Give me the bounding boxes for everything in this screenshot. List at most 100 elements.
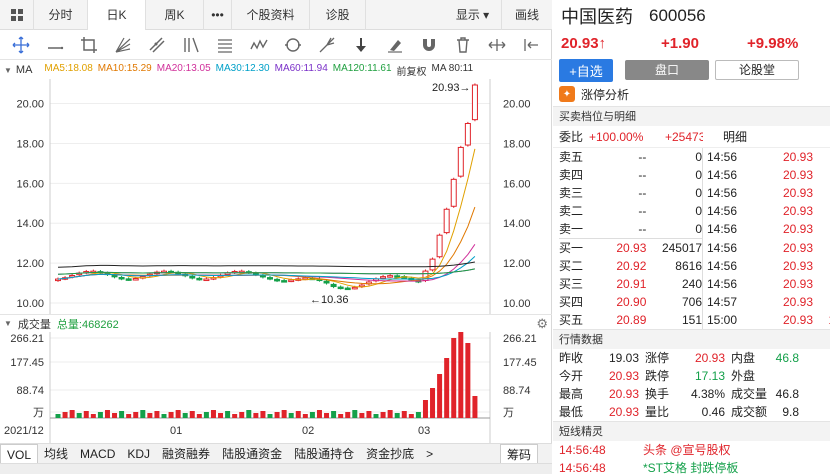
tick-price: 20.93	[782, 295, 813, 309]
volume-label[interactable]: 成交量	[18, 316, 51, 332]
tab-pankou[interactable]: 盘口	[625, 60, 709, 80]
pitchfork-icon[interactable]	[310, 33, 344, 57]
indicator-tab-5[interactable]: 陆股通资金	[216, 444, 288, 464]
action-row: +自选 盘口 论股堂	[553, 58, 830, 82]
tab-diagnose[interactable]: 诊股	[310, 0, 366, 30]
candle-body	[118, 276, 125, 280]
volume-total: 总量:468262	[56, 318, 119, 331]
quote-label: 量比	[645, 405, 670, 419]
tick-time: 14:56	[707, 186, 738, 200]
volume-bar	[345, 412, 351, 418]
candle-body	[196, 277, 203, 281]
quote-value: 4.38%	[690, 387, 725, 401]
line-segment-icon[interactable]	[38, 33, 72, 57]
indicator-tab-9[interactable]: 筹码	[499, 443, 538, 464]
candle-body	[330, 283, 337, 288]
bid-row: 买三 20.91 240	[559, 275, 702, 293]
detail-label: 明细	[723, 130, 748, 144]
indicator-tab-0[interactable]: VOL	[0, 443, 39, 464]
indicator-tab-4[interactable]: 融资融券	[156, 444, 216, 464]
arrow-down-icon[interactable]	[344, 33, 378, 57]
indicator-tab-8[interactable]: >	[420, 444, 439, 464]
tab-forum[interactable]: 论股堂	[715, 60, 799, 80]
trash-icon[interactable]	[446, 33, 480, 57]
stock-name: 中国医药	[561, 7, 633, 27]
candle-body	[111, 274, 118, 278]
bottom-strip	[0, 463, 552, 474]
toolbar-collapse-icon[interactable]	[514, 33, 548, 57]
tick-time: 14:56	[707, 204, 738, 218]
candlestick-chart[interactable]: 20.00 20.00 18.00 18.00 16.00 16.00 14.00 14.00…	[0, 79, 552, 314]
tab-weekly-k[interactable]: 周K	[146, 0, 204, 30]
last-price: 20.93↑	[561, 34, 607, 52]
tick-list: 14:56 20.93 14:56 20.93 14:56 20.93 14:56 20.93…	[703, 148, 830, 329]
magnet-icon[interactable]	[412, 33, 446, 57]
crop-icon[interactable]	[72, 33, 106, 57]
settings-gear-icon[interactable]: ⚙	[536, 316, 548, 332]
ask-label: 卖一	[559, 222, 584, 236]
wave-icon[interactable]	[242, 33, 276, 57]
grid-menu-icon[interactable]	[0, 0, 34, 30]
date-axis-label: 2021/12	[4, 425, 44, 437]
display-dropdown[interactable]: 显示 ▾	[444, 0, 502, 30]
ma-label[interactable]: MA	[16, 64, 33, 76]
candle-body	[323, 280, 330, 284]
eraser-icon[interactable]	[378, 33, 412, 57]
quote-value: 9.8	[782, 405, 799, 419]
ma-collapse-icon[interactable]: ▼	[4, 66, 12, 75]
tick-volume	[813, 148, 830, 166]
price-axis-label: 16.00	[16, 178, 44, 190]
tick-row: 14:56 20.93	[707, 220, 830, 238]
quote-value: 20.93	[608, 387, 639, 401]
move-cross-icon[interactable]	[4, 33, 38, 57]
tab-daily-k[interactable]: 日K	[88, 0, 146, 30]
volume-chart[interactable]: 266.21 266.21 177.45 177.45 88.74 88.74 万 万 2021…	[0, 332, 552, 443]
tick-row: 14:56 20.93	[707, 202, 830, 220]
indicator-tab-6[interactable]: 陆股通持仓	[288, 444, 360, 464]
tick-time: 14:56	[707, 241, 738, 255]
draw-line-button[interactable]: 画线	[502, 0, 552, 30]
fibonacci-icon[interactable]	[208, 33, 242, 57]
quote-label: 跌停	[645, 369, 670, 383]
volume-bar	[451, 338, 457, 418]
fan-lines-icon[interactable]	[106, 33, 140, 57]
add-watchlist-button[interactable]: +自选	[559, 58, 613, 82]
parallel-lines-icon[interactable]	[174, 33, 208, 57]
ask-price: --	[638, 150, 647, 164]
volume-bar	[444, 358, 450, 418]
ma-item-0: MA5:18.08	[44, 62, 93, 74]
candle-body	[443, 208, 450, 234]
expand-horizontal-icon[interactable]	[480, 33, 514, 57]
ask-label: 卖五	[559, 150, 584, 164]
channel-icon[interactable]	[140, 33, 174, 57]
volume-axis-label-right: 177.45	[503, 357, 537, 369]
indicator-tabs: VOL 均线 MACD KDJ 融资融券 陆股通资金 陆股通持仓 资金抄底 > 筹码	[0, 443, 552, 464]
volume-collapse-icon[interactable]: ▼	[4, 319, 12, 328]
bid-row: 买四 20.90 706	[559, 293, 702, 311]
tab-intraday[interactable]: 分时	[34, 0, 88, 30]
cycle-icon[interactable]	[276, 33, 310, 57]
bid-row: 买五 20.89 151	[559, 311, 702, 329]
tab-spacer	[366, 0, 444, 29]
limit-up-analysis[interactable]: ✦ 涨停分析	[553, 82, 830, 106]
indicator-tab-3[interactable]: KDJ	[121, 444, 156, 464]
quote-value: 17.13	[694, 369, 725, 383]
volume-bar	[189, 411, 195, 418]
ask-row: 卖四 -- 0	[559, 166, 702, 184]
volume-axis-label-right: 266.21	[503, 333, 537, 345]
short-term-row: 14:56:48 *ST艾格 封跌停板	[559, 459, 830, 474]
price-change: +1.90	[661, 34, 699, 52]
indicator-tab-1[interactable]: 均线	[38, 444, 74, 464]
tick-volume	[813, 184, 830, 202]
volume-bar	[196, 414, 202, 418]
tab-stock-profile[interactable]: 个股资料	[232, 0, 310, 30]
bid-label: 买四	[559, 295, 584, 309]
volume-bar	[119, 411, 125, 418]
indicator-tab-2[interactable]: MACD	[74, 444, 121, 464]
tab-more[interactable]: •••	[204, 0, 232, 30]
indicator-tab-7[interactable]: 资金抄底	[360, 444, 420, 464]
ma-item-5: MA120:11.61	[332, 62, 392, 74]
bid-price: 20.91	[616, 277, 647, 291]
quote-label: 今开	[559, 369, 584, 383]
kline-panel: 分时 日K 周K ••• 个股资料 诊股 显示 ▾ 画线 ▼ MA MA5:18…	[0, 0, 552, 474]
